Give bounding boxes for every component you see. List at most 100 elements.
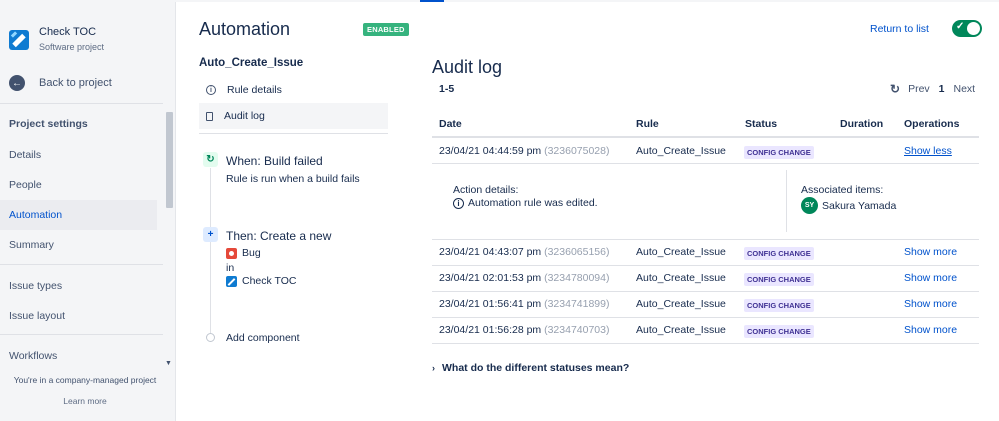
rule-name: Auto_Create_Issue [199, 57, 304, 69]
sidebar-item-issue-layout[interactable]: Issue layout [0, 301, 157, 331]
action-details-heading: Action details: [453, 184, 519, 196]
scrollbar-thumb[interactable] [166, 112, 173, 208]
sidebar-item-summary[interactable]: Summary [0, 230, 157, 260]
row-rule: Auto_Create_Issue [636, 246, 726, 258]
status-badge: CONFIG CHANGE [744, 273, 814, 286]
refresh-icon: ↻ [203, 152, 218, 167]
action-title[interactable]: Then: Create a new [226, 229, 331, 243]
sidebar-item-people[interactable]: People [0, 170, 157, 200]
row-rule: Auto_Create_Issue [636, 145, 726, 157]
row-rule: Auto_Create_Issue [636, 324, 726, 336]
divider [0, 334, 170, 335]
check-icon: ✓ [956, 21, 965, 32]
issue-type: Bug [226, 247, 261, 259]
show-more-link[interactable]: Show more [904, 298, 957, 310]
avatar: SY [801, 197, 818, 214]
rule-enabled-toggle[interactable]: ✓ [952, 20, 982, 37]
date-value: 23/04/21 01:56:41 pm [439, 298, 542, 310]
row-rule: Auto_Create_Issue [636, 272, 726, 284]
row-divider [432, 343, 979, 344]
prev-page-button[interactable]: Prev [908, 83, 930, 95]
back-to-project-link[interactable]: ← Back to project [9, 75, 112, 91]
project-header[interactable]: Check TOC Software project [9, 26, 104, 52]
add-component-circle-icon [206, 333, 215, 342]
execution-id: (3236075028) [544, 145, 610, 157]
info-icon: i [206, 85, 216, 95]
sidebar-item-issue-types[interactable]: Issue types [0, 271, 157, 301]
action-text: Automation rule was edited. [468, 197, 598, 209]
status-badge: CONFIG CHANGE [744, 247, 814, 260]
associated-items-heading: Associated items: [801, 184, 884, 196]
column-header-duration: Duration [840, 118, 884, 130]
date-value: 23/04/21 04:44:59 pm [439, 145, 542, 157]
user-name: Sakura Yamada [822, 199, 897, 212]
execution-id: (3234741899) [544, 298, 610, 310]
show-more-link[interactable]: Show more [904, 246, 957, 258]
add-component-button[interactable]: Add component [226, 332, 300, 344]
status-faq-expander[interactable]: › What do the different statuses mean? [432, 362, 629, 374]
divider [0, 264, 170, 265]
next-page-button[interactable]: Next [954, 83, 976, 95]
associated-user[interactable]: SY Sakura Yamada [801, 197, 896, 214]
menu-audit-log[interactable]: Audit log [199, 103, 388, 129]
divider [199, 133, 388, 134]
menu-rule-details[interactable]: i Rule details [199, 77, 388, 103]
sidebar-item-details[interactable]: Details [0, 140, 157, 170]
menu-label: Rule details [227, 84, 282, 96]
bug-icon [226, 247, 237, 259]
result-range: 1-5 [439, 83, 455, 95]
table-row: 23/04/21 01:56:28 pm (3234740703) Auto_C… [432, 317, 979, 343]
row-date: 23/04/21 04:44:59 pm (3236075028) [439, 145, 609, 157]
status-badge: CONFIG CHANGE [744, 325, 814, 338]
trigger-title[interactable]: When: Build failed [226, 154, 323, 168]
column-header-operations: Operations [904, 118, 960, 130]
sidebar-item-automation[interactable]: Automation [0, 200, 157, 230]
return-to-list-link[interactable]: Return to list [870, 23, 929, 35]
audit-log-title: Audit log [432, 57, 503, 77]
show-more-link[interactable]: Show more [904, 324, 957, 336]
rule-flow-line [210, 168, 211, 333]
project-name: Check TOC [39, 26, 97, 38]
trigger-description: Rule is run when a build fails [226, 173, 360, 185]
row-details-panel: Action details: i Automation rule was ed… [432, 164, 979, 239]
company-managed-text: You're in a company-managed project [13, 375, 157, 385]
execution-id: (3234780094) [544, 272, 610, 284]
date-value: 23/04/21 01:56:28 pm [439, 324, 542, 336]
status-badge: CONFIG CHANGE [744, 299, 814, 312]
learn-more-link[interactable]: Learn more [0, 396, 170, 406]
action-details-text: i Automation rule was edited. [453, 197, 598, 209]
table-row: 23/04/21 02:01:53 pm (3234780094) Auto_C… [432, 265, 979, 291]
execution-id: (3234740703) [544, 324, 610, 336]
project-avatar-icon [9, 30, 29, 50]
sidebar-item-workflows[interactable]: Workflows [0, 341, 157, 371]
column-header-date: Date [439, 118, 462, 130]
column-header-rule: Rule [636, 118, 659, 130]
info-icon: i [453, 197, 464, 209]
date-value: 23/04/21 04:43:07 pm [439, 246, 542, 258]
arrow-left-icon: ← [9, 75, 25, 91]
table-row: 23/04/21 01:56:41 pm (3234741899) Auto_C… [432, 291, 979, 317]
target-project-label: Check TOC [242, 275, 297, 287]
chevron-right-icon: › [432, 363, 435, 373]
execution-id: (3236065156) [544, 246, 610, 258]
refresh-icon[interactable]: ↻ [890, 82, 900, 96]
menu-label: Audit log [224, 110, 265, 122]
details-divider [786, 170, 787, 232]
scroll-down-icon[interactable]: ▼ [165, 360, 172, 367]
pagination: ↻ Prev 1 Next [890, 82, 975, 96]
enabled-badge: ENABLED [363, 23, 409, 36]
column-header-status: Status [745, 118, 778, 130]
toggle-knob [967, 22, 980, 35]
date-value: 23/04/21 02:01:53 pm [439, 272, 542, 284]
page-title: Automation [199, 19, 291, 39]
top-accent [420, 0, 444, 2]
show-less-link[interactable]: Show less [904, 145, 952, 157]
divider [0, 103, 170, 104]
document-icon [206, 111, 213, 121]
plus-icon: + [203, 227, 218, 242]
faq-label: What do the different statuses mean? [442, 362, 630, 374]
table-row: 23/04/21 04:44:59 pm (3236075028) Auto_C… [432, 138, 979, 164]
show-more-link[interactable]: Show more [904, 272, 957, 284]
table-row: 23/04/21 04:43:07 pm (3236065156) Auto_C… [432, 239, 979, 265]
current-page[interactable]: 1 [939, 83, 945, 95]
